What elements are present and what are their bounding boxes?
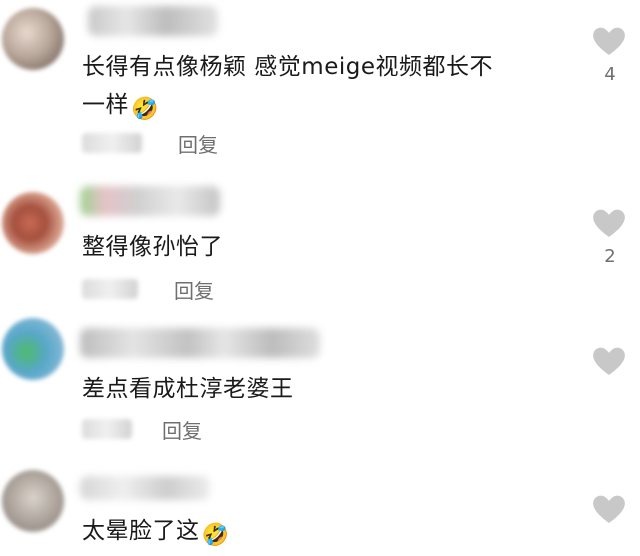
comment-item: 太晕脸了这🤣 <box>0 460 640 556</box>
comment-text: 整得像孙怡了 <box>82 234 223 260</box>
comment-item: 长得有点像杨颖 感觉meige视频都长不 一样🤣 二前 回复 4 <box>0 0 640 172</box>
like-button[interactable] <box>592 208 626 238</box>
heart-icon <box>593 495 625 523</box>
comment-item: 整得像孙怡了 回复 2 <box>0 172 640 312</box>
author-name[interactable] <box>80 476 210 500</box>
timestamp: 二前 <box>82 133 142 153</box>
avatar[interactable] <box>2 8 64 70</box>
author-name[interactable] <box>80 328 320 358</box>
heart-icon <box>593 347 625 375</box>
comment-meta: 二前 回复 <box>82 128 218 158</box>
laughing-emoji-icon: 🤣 <box>131 97 159 122</box>
author-name[interactable] <box>88 6 218 36</box>
reply-button[interactable]: 回复 <box>174 275 214 304</box>
reply-button[interactable]: 回复 <box>162 415 202 444</box>
heart-icon <box>593 209 625 237</box>
timestamp <box>82 279 138 299</box>
comment-text: 长得有点像杨颖 感觉meige视频都长不 一样🤣 <box>82 54 494 122</box>
avatar[interactable] <box>2 318 64 380</box>
comment-text: 太晕脸了这🤣 <box>82 518 230 548</box>
comment-meta: 回复 <box>82 274 214 304</box>
heart-icon <box>593 27 625 55</box>
reply-button[interactable]: 回复 <box>178 129 218 158</box>
like-count: 4 <box>604 64 616 85</box>
avatar[interactable] <box>2 470 64 532</box>
like-button[interactable] <box>592 494 626 524</box>
comment-item: 差点看成杜淳老婆王 5 回复 <box>0 312 640 460</box>
comment-list: 长得有点像杨颖 感觉meige视频都长不 一样🤣 二前 回复 4 整得像孙怡了 … <box>0 0 640 556</box>
like-count: 2 <box>604 246 616 267</box>
comment-text: 差点看成杜淳老婆王 <box>82 376 294 402</box>
like-button[interactable] <box>592 26 626 56</box>
author-name[interactable] <box>80 186 220 216</box>
avatar[interactable] <box>2 192 64 254</box>
laughing-emoji-icon: 🤣 <box>201 523 230 548</box>
like-button[interactable] <box>592 346 626 376</box>
timestamp: 5 <box>82 419 132 439</box>
comment-meta: 5 回复 <box>82 414 202 444</box>
